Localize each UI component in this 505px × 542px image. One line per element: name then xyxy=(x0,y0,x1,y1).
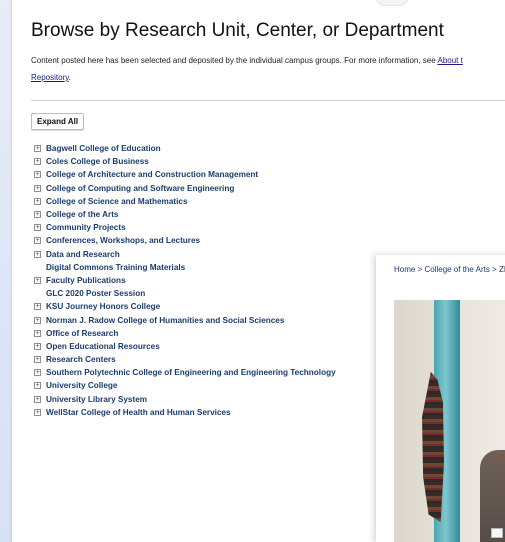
preview-panel: Home > College of the Arts > ZMA xyxy=(376,255,505,542)
expand-plus-icon[interactable]: + xyxy=(34,276,41,284)
intro-text: Content posted here has been selected an… xyxy=(31,52,503,86)
unit-label[interactable]: Data and Research xyxy=(46,250,120,259)
intro-tail: . xyxy=(68,73,71,82)
unit-item[interactable]: + University Library System xyxy=(34,393,336,406)
page-content: Browse by Research Unit, Center, or Depa… xyxy=(12,0,505,542)
unit-label[interactable]: Digital Commons Training Materials xyxy=(46,263,185,272)
unit-label[interactable]: University College xyxy=(46,381,117,390)
unit-item[interactable]: + Bagwell College of Education xyxy=(34,142,336,155)
unit-item[interactable]: + College of Computing and Software Engin… xyxy=(34,182,336,195)
divider xyxy=(31,100,505,101)
breadcrumb[interactable]: Home > College of the Arts > ZMA xyxy=(394,265,505,274)
unit-label[interactable]: KSU Journey Honors College xyxy=(46,302,160,311)
expand-plus-icon[interactable]: + xyxy=(34,316,41,324)
expand-plus-icon[interactable]: + xyxy=(34,145,41,153)
expand-plus-icon[interactable]: + xyxy=(34,395,41,403)
expand-plus-icon[interactable]: + xyxy=(34,369,41,377)
top-tab[interactable] xyxy=(376,0,408,6)
unit-item[interactable]: + College of Architecture and Constructio… xyxy=(34,168,336,181)
expand-all-button[interactable]: Expand All xyxy=(31,113,85,130)
expand-plus-icon[interactable]: + xyxy=(34,408,41,416)
unit-item[interactable]: + College of the Arts xyxy=(34,208,336,221)
expand-plus-icon[interactable]: + xyxy=(34,171,41,179)
unit-label[interactable]: Conferences, Workshops, and Lectures xyxy=(46,236,200,245)
unit-item[interactable]: + Coles College of Business xyxy=(34,155,336,168)
unit-item[interactable]: + University College xyxy=(34,379,336,392)
unit-label[interactable]: Office of Research xyxy=(46,329,118,338)
unit-item[interactable]: + Conferences, Workshops, and Lectures xyxy=(34,234,336,247)
unit-item[interactable]: + Southern Polytechnic College of Enginee… xyxy=(34,366,336,379)
expand-plus-icon[interactable]: + xyxy=(34,250,41,258)
unit-label[interactable]: College of Computing and Software Engine… xyxy=(46,184,234,193)
unit-label[interactable]: Bagwell College of Education xyxy=(46,144,161,153)
about-link[interactable]: About t xyxy=(437,56,462,65)
unit-item[interactable]: + Data and Research xyxy=(34,248,336,261)
unit-item[interactable]: + Community Projects xyxy=(34,221,336,234)
unit-item[interactable]: + Open Educational Resources xyxy=(34,340,336,353)
unit-label[interactable]: GLC 2020 Poster Session xyxy=(46,289,145,298)
unit-label[interactable]: College of the Arts xyxy=(46,210,118,219)
expand-plus-icon[interactable]: + xyxy=(34,197,41,205)
unit-label[interactable]: Research Centers xyxy=(46,355,116,364)
page-title: Browse by Research Unit, Center, or Depa… xyxy=(31,20,444,41)
artwork-photo xyxy=(394,300,505,542)
expand-plus-icon[interactable]: + xyxy=(34,237,41,245)
unit-item[interactable]: + WellStar College of Health and Human Se… xyxy=(34,406,336,419)
unit-label[interactable]: Faculty Publications xyxy=(46,276,126,285)
expand-plus-icon[interactable]: + xyxy=(34,303,41,311)
unit-label[interactable]: Coles College of Business xyxy=(46,157,149,166)
unit-label[interactable]: Norman J. Radow College of Humanities an… xyxy=(46,316,284,325)
expand-plus-icon[interactable]: + xyxy=(34,342,41,350)
unit-label[interactable]: College of Science and Mathematics xyxy=(46,197,188,206)
unit-item[interactable]: + Faculty Publications xyxy=(34,274,336,287)
unit-item[interactable]: + Research Centers xyxy=(34,353,336,366)
unit-label[interactable]: Open Educational Resources xyxy=(46,342,160,351)
units-list: + Bagwell College of Education + Coles Coll… xyxy=(34,142,336,419)
expand-plus-icon[interactable]: + xyxy=(34,158,41,166)
unit-item[interactable]: + Office of Research xyxy=(34,327,336,340)
unit-item[interactable]: Digital Commons Training Materials xyxy=(34,261,336,274)
unit-item[interactable]: GLC 2020 Poster Session xyxy=(34,287,336,300)
unit-label[interactable]: WellStar College of Health and Human Ser… xyxy=(46,408,231,417)
unit-label[interactable]: Southern Polytechnic College of Engineer… xyxy=(46,368,336,377)
expand-plus-icon[interactable]: + xyxy=(34,224,41,232)
expand-plus-icon[interactable]: + xyxy=(34,184,41,192)
expand-plus-icon[interactable]: + xyxy=(34,356,41,364)
unit-item[interactable]: + KSU Journey Honors College xyxy=(34,300,336,313)
unit-item[interactable]: + College of Science and Mathematics xyxy=(34,195,336,208)
unit-label[interactable]: University Library System xyxy=(46,395,147,404)
unit-label[interactable]: College of Architecture and Construction… xyxy=(46,170,258,179)
expand-plus-icon[interactable]: + xyxy=(34,382,41,390)
expand-plus-icon[interactable]: + xyxy=(34,211,41,219)
intro-body: Content posted here has been selected an… xyxy=(31,56,438,65)
photo-plaque xyxy=(491,528,503,538)
repository-link[interactable]: Repository xyxy=(31,73,69,82)
unit-item[interactable]: + Norman J. Radow College of Humanities a… xyxy=(34,313,336,326)
expand-plus-icon[interactable]: + xyxy=(34,329,41,337)
unit-label[interactable]: Community Projects xyxy=(46,223,126,232)
